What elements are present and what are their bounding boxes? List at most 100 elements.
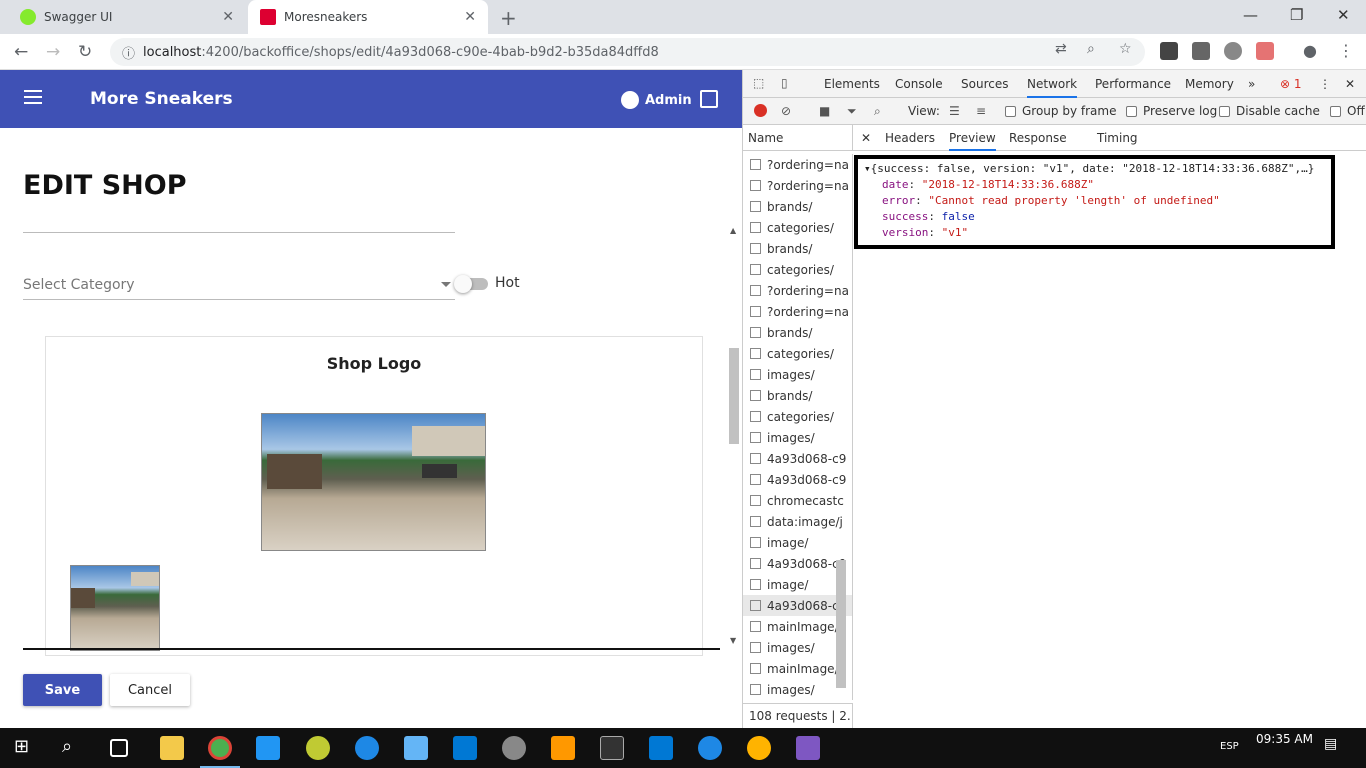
request-row[interactable]: ?ordering=na: [743, 301, 852, 322]
zoom-icon[interactable]: ⌕: [1087, 41, 1095, 57]
reload-button[interactable]: ↻: [78, 42, 92, 62]
waterfall-icon[interactable]: ≡: [976, 104, 986, 118]
hamburger-menu-icon[interactable]: [24, 90, 42, 108]
preview-summary[interactable]: ▾{success: false, version: "v1", date: "…: [864, 161, 1325, 177]
tab-preview[interactable]: Preview: [949, 131, 996, 151]
group-by-frame-checkbox[interactable]: Group by frame: [1005, 104, 1116, 118]
bookmark-star-icon[interactable]: ☆: [1119, 41, 1132, 57]
forward-button[interactable]: →: [46, 42, 60, 62]
tab-performance[interactable]: Performance: [1095, 77, 1171, 91]
record-icon[interactable]: [754, 104, 767, 117]
request-row[interactable]: ?ordering=na: [743, 154, 852, 175]
sublime-icon[interactable]: [551, 736, 575, 760]
vscode-icon[interactable]: [649, 736, 673, 760]
tab-headers[interactable]: Headers: [885, 131, 935, 145]
cancel-button[interactable]: Cancel: [110, 674, 190, 706]
error-count-badge[interactable]: ⊗ 1: [1280, 77, 1302, 91]
scroll-down-icon[interactable]: ▼: [730, 636, 736, 645]
tab-console[interactable]: Console: [895, 77, 943, 91]
close-tab-icon[interactable]: ✕: [464, 9, 476, 25]
request-row[interactable]: image/: [743, 532, 852, 553]
menu-icon[interactable]: ⋮: [1338, 41, 1354, 60]
user-menu[interactable]: Admin: [621, 91, 692, 109]
form-scrollbar[interactable]: ▲ ▼: [727, 220, 741, 650]
more-tabs-icon[interactable]: »: [1248, 77, 1255, 91]
tab-timing[interactable]: Timing: [1097, 131, 1138, 145]
clock[interactable]: 09:35 AM: [1256, 732, 1313, 746]
search-icon[interactable]: ⌕: [874, 104, 881, 119]
request-row[interactable]: ?ordering=na: [743, 280, 852, 301]
tab-memory[interactable]: Memory: [1185, 77, 1234, 91]
close-tab-icon[interactable]: ✕: [222, 9, 234, 25]
request-row[interactable]: categories/: [743, 343, 852, 364]
start-button-icon[interactable]: ⊞: [14, 736, 38, 760]
filter-icon[interactable]: ⏷: [847, 104, 857, 119]
new-tab-button[interactable]: +: [500, 6, 517, 30]
info-icon[interactable]: ⓘ: [122, 43, 135, 62]
request-row[interactable]: 4a93d068-c9: [743, 448, 852, 469]
screenshot-icon[interactable]: ■: [819, 104, 830, 118]
tab-swagger-ui[interactable]: Swagger UI ✕: [8, 0, 246, 34]
request-row[interactable]: images/: [743, 427, 852, 448]
request-row[interactable]: brands/: [743, 238, 852, 259]
tab-moresneakers[interactable]: Moresneakers ✕: [248, 0, 488, 34]
name-column-header[interactable]: Name: [743, 125, 853, 151]
clear-icon[interactable]: ⊘: [781, 104, 791, 118]
large-rows-icon[interactable]: ☰: [949, 104, 960, 118]
media-player-icon[interactable]: [256, 736, 280, 760]
request-row[interactable]: chromecastc: [743, 490, 852, 511]
hot-toggle[interactable]: [454, 275, 488, 293]
extension-icon[interactable]: [1256, 42, 1274, 60]
translate-icon[interactable]: ⇄: [1055, 41, 1067, 57]
app-icon[interactable]: [698, 736, 722, 760]
dropdown-arrow-icon[interactable]: [441, 282, 451, 287]
back-button[interactable]: ←: [14, 42, 28, 62]
request-row[interactable]: categories/: [743, 406, 852, 427]
extension-icon[interactable]: [1224, 42, 1242, 60]
tab-network[interactable]: Network: [1027, 77, 1078, 98]
scroll-up-icon[interactable]: ▲: [730, 226, 736, 235]
close-devtools-icon[interactable]: ✕: [1345, 77, 1355, 91]
devtools-menu-icon[interactable]: ⋮: [1319, 77, 1331, 91]
scrollbar-thumb[interactable]: [729, 348, 739, 444]
request-row[interactable]: brands/: [743, 322, 852, 343]
preserve-log-checkbox[interactable]: Preserve log: [1126, 104, 1217, 118]
language-indicator[interactable]: ESP: [1220, 741, 1239, 752]
inspect-element-icon[interactable]: ⬚: [753, 76, 764, 90]
app-icon[interactable]: [306, 736, 330, 760]
tab-sources[interactable]: Sources: [961, 77, 1008, 91]
minimize-button[interactable]: —: [1243, 6, 1258, 24]
category-select[interactable]: Select Category: [23, 277, 135, 293]
request-row[interactable]: categories/: [743, 217, 852, 238]
vscode-icon[interactable]: [453, 736, 477, 760]
task-view-icon[interactable]: [110, 739, 128, 757]
offline-checkbox[interactable]: Off: [1330, 104, 1365, 118]
search-icon[interactable]: ⌕: [62, 736, 86, 760]
request-row[interactable]: 4a93d068-c9: [743, 469, 852, 490]
close-detail-icon[interactable]: ✕: [861, 131, 871, 145]
request-list-scrollbar-thumb[interactable]: [836, 560, 846, 688]
file-explorer-icon[interactable]: [160, 736, 184, 760]
disable-cache-checkbox[interactable]: Disable cache: [1219, 104, 1320, 118]
request-row[interactable]: categories/: [743, 259, 852, 280]
save-button[interactable]: Save: [23, 674, 102, 706]
extension-icon[interactable]: [1160, 42, 1178, 60]
extension-icon[interactable]: [1192, 42, 1210, 60]
word-icon[interactable]: [355, 736, 379, 760]
terminal-icon[interactable]: [600, 736, 624, 760]
tab-elements[interactable]: Elements: [824, 77, 880, 91]
previous-field-underline[interactable]: [23, 232, 455, 233]
shop-logo-thumbnail[interactable]: [70, 565, 160, 651]
virtualbox-icon[interactable]: [404, 736, 428, 760]
notifications-icon[interactable]: ▤: [1324, 736, 1348, 760]
restore-button[interactable]: ❐: [1290, 6, 1303, 24]
app-icon[interactable]: [796, 736, 820, 760]
request-row[interactable]: data:image/j: [743, 511, 852, 532]
request-row[interactable]: ?ordering=na: [743, 175, 852, 196]
chrome-icon[interactable]: [208, 736, 232, 760]
device-toolbar-icon[interactable]: ▯: [781, 76, 788, 90]
request-row[interactable]: images/: [743, 364, 852, 385]
profile-icon[interactable]: ●: [1303, 41, 1317, 60]
request-row[interactable]: brands/: [743, 196, 852, 217]
request-row[interactable]: brands/: [743, 385, 852, 406]
